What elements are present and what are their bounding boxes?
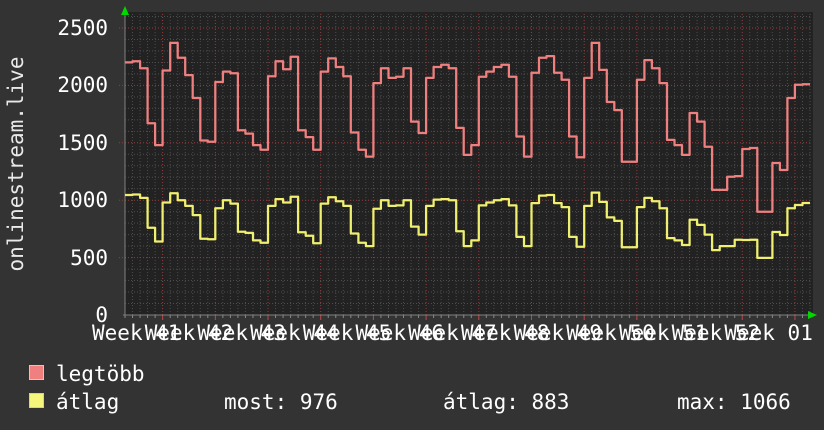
x-axis-label: Week 01 [724,321,813,345]
stat-atlag: átlag: 883 [443,390,570,414]
legend-swatch-atlag [29,393,44,408]
legend-label-legtobb: legtöbb [56,362,145,386]
graph-title: onlinestream.live [4,56,28,272]
y-axis-label: 1000 [57,188,108,213]
y-axis-label: 2500 [57,16,108,40]
legend-row-atlag [29,393,44,413]
legend-swatch-legtobb [29,365,44,380]
y-axis-arrow [121,6,129,15]
y-axis-label: 1500 [57,130,108,155]
stat-max: max: 1066 [677,390,791,414]
plot-background [125,12,813,315]
legend-row-legtobb [29,365,44,385]
y-axis-label: 500 [70,245,108,270]
y-axis-label: 2000 [57,73,108,98]
legend-label-atlag: átlag [56,390,120,414]
stat-most: most: 976 [224,390,338,414]
